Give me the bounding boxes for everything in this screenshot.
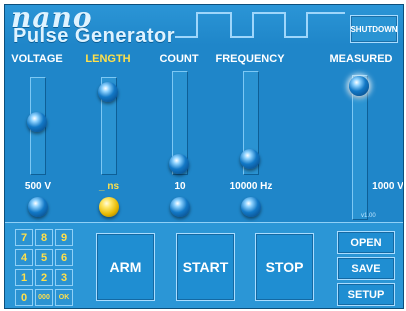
key-7[interactable]: 7 (15, 229, 33, 246)
version-label: v1.00 (361, 213, 376, 219)
key-5[interactable]: 5 (35, 249, 53, 266)
pulse-wave-graphic (175, 12, 345, 38)
key-0[interactable]: 0 (15, 289, 33, 306)
key-8[interactable]: 8 (35, 229, 53, 246)
length-label: LENGTH (85, 53, 131, 65)
shutdown-button[interactable]: SHUTDOWN (350, 15, 398, 43)
frequency-readout: 10000 Hz (229, 181, 273, 192)
count-readout: 10 (174, 181, 186, 192)
stop-button[interactable]: STOP (255, 233, 314, 301)
measured-readout: 1000 V (372, 181, 404, 192)
setup-button[interactable]: SETUP (337, 283, 395, 306)
key-1[interactable]: 1 (15, 269, 33, 286)
count-select-button[interactable] (170, 197, 190, 217)
key-4[interactable]: 4 (15, 249, 33, 266)
arm-button[interactable]: ARM (96, 233, 155, 301)
key-2[interactable]: 2 (35, 269, 53, 286)
key-6[interactable]: 6 (55, 249, 73, 266)
open-button[interactable]: OPEN (337, 231, 395, 254)
count-slider-knob[interactable] (169, 153, 189, 174)
frequency-select-button[interactable] (241, 197, 261, 217)
measured-bar-track (349, 75, 369, 220)
length-select-button[interactable] (99, 197, 119, 217)
app-title: Pulse Generator (13, 25, 176, 47)
key-000[interactable]: 000 (35, 289, 53, 306)
pulse-generator-window: nano Pulse Generator SHUTDOWN VOLTAGE LE… (4, 4, 404, 309)
measured-label: MEASURED (329, 53, 393, 65)
measured-indicator (349, 75, 369, 96)
start-button[interactable]: START (176, 233, 235, 301)
key-9[interactable]: 9 (55, 229, 73, 246)
voltage-slider-track[interactable] (27, 77, 47, 175)
count-slider-track[interactable] (169, 71, 189, 175)
count-label: COUNT (159, 53, 199, 65)
voltage-readout: 500 V (24, 181, 52, 192)
voltage-select-button[interactable] (28, 197, 48, 217)
voltage-label: VOLTAGE (11, 53, 63, 65)
length-slider-track[interactable] (98, 77, 118, 175)
voltage-slider-knob[interactable] (27, 111, 47, 132)
key-3[interactable]: 3 (55, 269, 73, 286)
key-ok[interactable]: OK (55, 289, 73, 306)
length-slider-knob[interactable] (98, 82, 118, 103)
frequency-slider-knob[interactable] (240, 149, 260, 169)
control-panel: 7 8 9 4 5 6 1 2 3 0 000 OK ARM START STO… (5, 222, 403, 308)
length-readout: _ ns (98, 181, 120, 192)
frequency-slider-track[interactable] (240, 71, 260, 175)
frequency-label: FREQUENCY (215, 53, 285, 65)
save-button[interactable]: SAVE (337, 257, 395, 280)
